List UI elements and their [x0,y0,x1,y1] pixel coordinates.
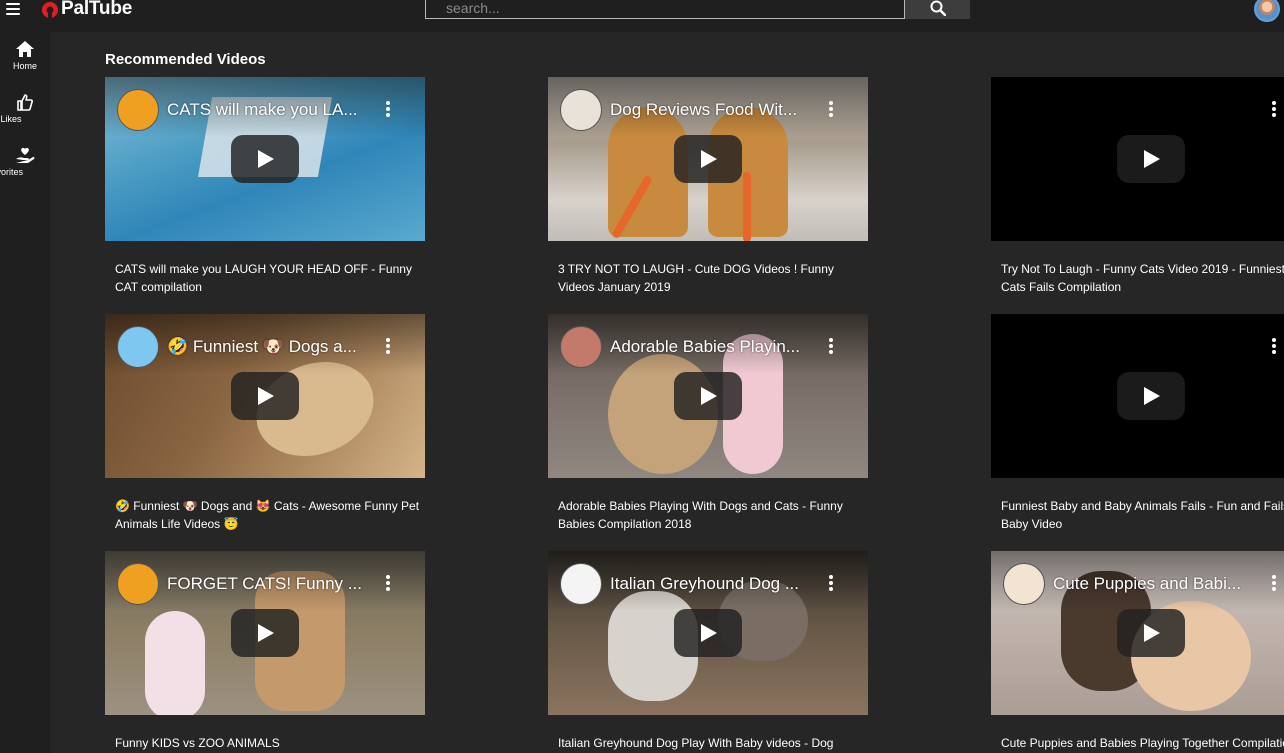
search-icon [930,0,946,16]
play-button[interactable] [231,135,299,183]
more-options-icon[interactable] [829,101,833,119]
video-title[interactable]: CATS will make you LAUGH YOUR HEAD OFF -… [115,260,420,296]
video-overlay-title[interactable]: Dog Reviews Food Wit... [610,100,797,120]
video-thumbnail[interactable]: Dog Reviews Food Wit... [548,77,868,241]
play-button[interactable] [674,135,742,183]
thumbs-up-icon [17,94,33,111]
main-content: Recommended Videos CATS will make you LA… [50,32,1284,753]
play-button[interactable] [674,372,742,420]
play-button[interactable] [674,609,742,657]
sidebar-item-home[interactable]: Home [0,40,50,71]
video-card: Try Not To Laugh - Funny Cats Video 2019… [991,77,1284,294]
more-options-icon[interactable] [829,338,833,356]
more-options-icon[interactable] [386,101,390,119]
sidebar-item-label: Favorites [0,167,24,177]
video-overlay-title[interactable]: Italian Greyhound Dog ... [610,574,799,594]
more-options-icon[interactable] [829,575,833,593]
more-options-icon[interactable] [1272,338,1276,356]
search-input[interactable] [425,0,905,19]
user-avatar[interactable] [1254,0,1280,22]
sidebar-item-my-likes[interactable]: My Likes [0,93,50,124]
more-options-icon[interactable] [1272,101,1276,119]
video-thumbnail[interactable] [991,77,1284,241]
video-thumbnail[interactable]: Cute Puppies and Babi... [991,551,1284,715]
search-button[interactable] [905,0,970,19]
video-thumbnail[interactable]: CATS will make you LA... [105,77,425,241]
sidebar-item-favorites[interactable]: Favorites [0,146,50,177]
video-thumbnail[interactable]: FORGET CATS! Funny ... [105,551,425,715]
video-title[interactable]: Italian Greyhound Dog Play With Baby vid… [558,734,863,752]
video-card: Dog Reviews Food Wit... 3 TRY NOT TO LAU… [548,77,868,294]
video-overlay-title[interactable]: CATS will make you LA... [167,100,358,120]
top-bar: PalTube [0,0,1284,32]
video-title[interactable]: 🤣 Funniest 🐶 Dogs and 😻 Cats - Awesome F… [115,497,420,533]
video-title[interactable]: Funniest Baby and Baby Animals Fails - F… [1001,497,1284,533]
video-card: Adorable Babies Playin... Adorable Babie… [548,314,868,531]
video-card: CATS will make you LA... CATS will make … [105,77,425,294]
video-thumbnail[interactable] [991,314,1284,478]
video-card: Cute Puppies and Babi... Cute Puppies an… [991,551,1284,750]
play-button[interactable] [231,372,299,420]
channel-avatar[interactable] [560,563,602,605]
section-heading: Recommended Videos [105,51,266,68]
video-overlay-title[interactable]: 🤣 Funniest 🐶 Dogs a... [167,337,357,357]
video-thumbnail[interactable]: Italian Greyhound Dog ... [548,551,868,715]
video-card: Italian Greyhound Dog ... Italian Greyho… [548,551,868,750]
video-card: Funniest Baby and Baby Animals Fails - F… [991,314,1284,531]
paltube-logo-icon [42,2,58,19]
video-thumbnail[interactable]: 🤣 Funniest 🐶 Dogs a... [105,314,425,478]
channel-avatar[interactable] [117,89,159,131]
channel-avatar[interactable] [117,563,159,605]
menu-icon[interactable] [6,3,20,15]
video-overlay-title[interactable]: Adorable Babies Playin... [610,337,800,357]
more-options-icon[interactable] [386,575,390,593]
video-overlay-title[interactable]: Cute Puppies and Babi... [1053,574,1241,594]
sidebar: Home My Likes Favorites [0,32,50,753]
video-card: 🤣 Funniest 🐶 Dogs a... 🤣 Funniest 🐶 Dogs… [105,314,425,531]
play-button[interactable] [1117,609,1185,657]
sidebar-item-label: Home [12,61,37,71]
heart-hand-icon [16,147,35,163]
more-options-icon[interactable] [386,338,390,356]
sidebar-item-label: My Likes [0,114,22,124]
channel-avatar[interactable] [560,326,602,368]
video-title[interactable]: Funny KIDS vs ZOO ANIMALS [115,734,420,752]
logo[interactable]: PalTube [40,0,132,21]
play-button[interactable] [231,609,299,657]
video-card: FORGET CATS! Funny ... Funny KIDS vs ZOO… [105,551,425,750]
channel-avatar[interactable] [560,89,602,131]
video-title[interactable]: Adorable Babies Playing With Dogs and Ca… [558,497,863,533]
play-button[interactable] [1117,372,1185,420]
video-title[interactable]: Try Not To Laugh - Funny Cats Video 2019… [1001,260,1284,296]
video-title[interactable]: Cute Puppies and Babies Playing Together… [1001,734,1284,752]
video-title[interactable]: 3 TRY NOT TO LAUGH - Cute DOG Videos ! F… [558,260,863,296]
channel-avatar[interactable] [1003,563,1045,605]
channel-avatar[interactable] [117,326,159,368]
video-overlay-title[interactable]: FORGET CATS! Funny ... [167,574,362,594]
more-options-icon[interactable] [1272,575,1276,593]
home-icon [16,41,34,57]
app-name: PalTube [61,0,133,19]
video-thumbnail[interactable]: Adorable Babies Playin... [548,314,868,478]
play-button[interactable] [1117,135,1185,183]
